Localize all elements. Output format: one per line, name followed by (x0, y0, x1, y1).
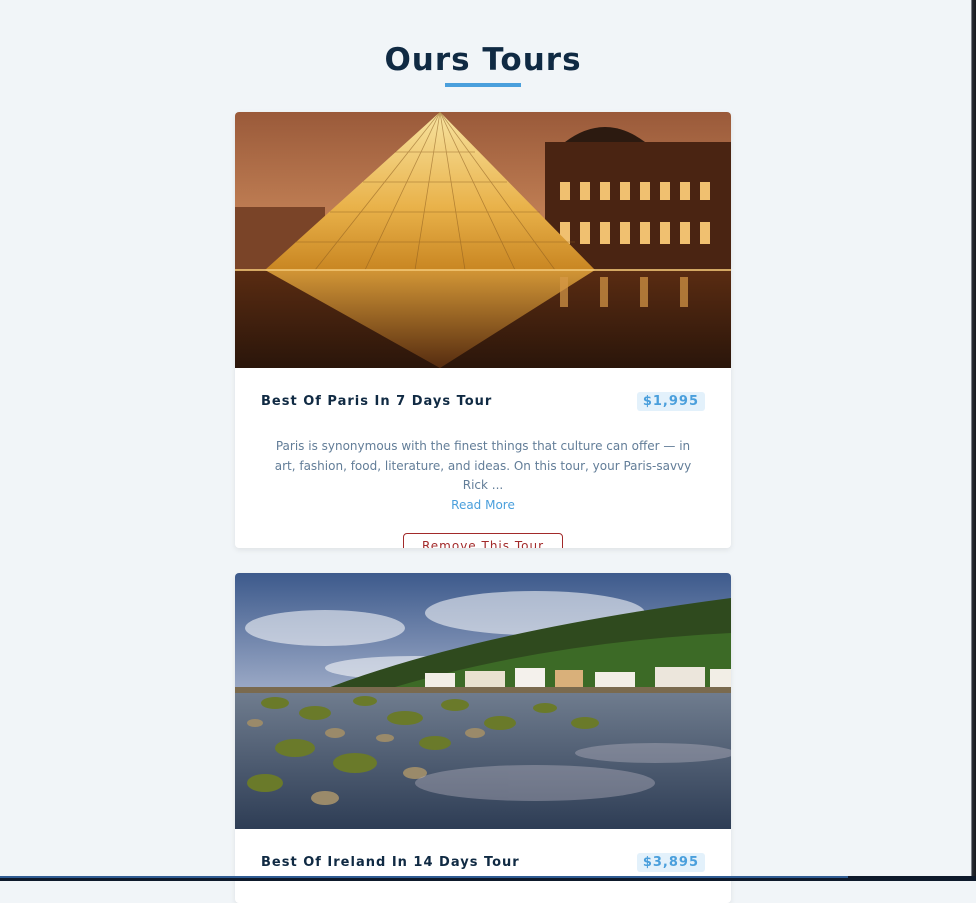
tour-image-ireland (235, 573, 731, 829)
tour-card: Best Of Paris In 7 Days Tour $1,995 Pari… (235, 112, 731, 548)
tour-image-paris (235, 112, 731, 368)
tour-description-text: Paris is synonymous with the finest thin… (274, 439, 692, 492)
remove-tour-button[interactable]: Remove This Tour (403, 533, 563, 548)
tour-info: Best Of Ireland In 14 Days Tour $3,895 (235, 829, 731, 872)
page-title: Ours Tours (384, 42, 582, 78)
tour-card: Best Of Ireland In 14 Days Tour $3,895 (235, 573, 731, 903)
bottom-bar (0, 876, 976, 881)
tour-name: Best Of Paris In 7 Days Tour (261, 394, 493, 409)
window-edge (971, 0, 976, 881)
tour-description: Paris is synonymous with the finest thin… (271, 437, 695, 515)
page-header: Ours Tours (0, 40, 966, 87)
title-underline (445, 83, 521, 87)
tour-price: $3,895 (636, 853, 705, 872)
tour-info: Best Of Paris In 7 Days Tour $1,995 Pari… (235, 368, 731, 548)
read-more-button[interactable]: Read More (271, 496, 695, 516)
tour-header: Best Of Ireland In 14 Days Tour $3,895 (261, 853, 705, 872)
tour-name: Best Of Ireland In 14 Days Tour (261, 855, 520, 870)
tour-header: Best Of Paris In 7 Days Tour $1,995 (261, 392, 705, 411)
bottom-bar-accent (0, 876, 848, 878)
tour-price: $1,995 (636, 392, 705, 411)
